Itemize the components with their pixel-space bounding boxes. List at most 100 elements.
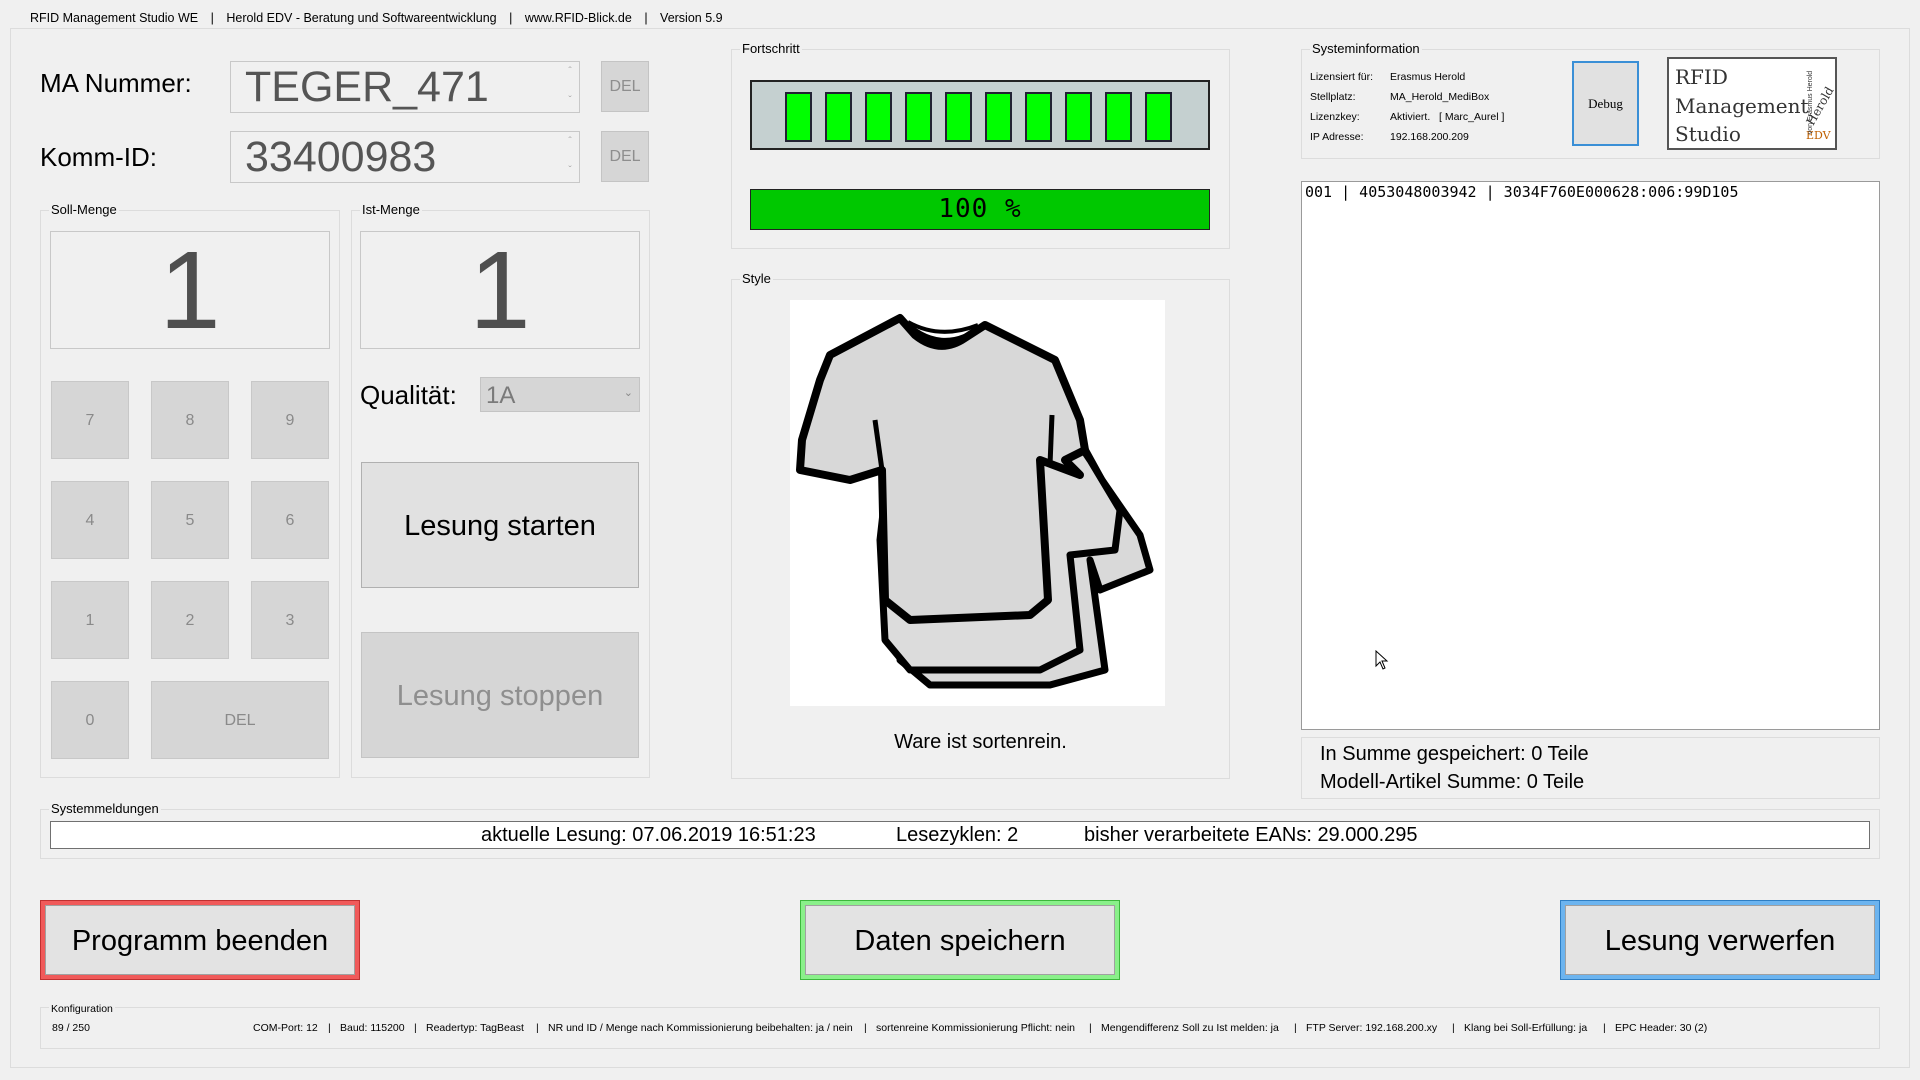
config-separator: | [536, 1022, 539, 1034]
discard-reading-button[interactable]: Lesung verwerfen [1560, 900, 1880, 980]
ist-menge-title: Ist-Menge [360, 202, 422, 218]
ma-number-field[interactable]: TEGER_471 ˆ ˇ [230, 61, 580, 113]
soll-menge-display: 1 [50, 231, 330, 350]
komm-id-value: 33400983 [245, 133, 437, 181]
config-separator: | [1089, 1022, 1092, 1034]
title-separator: | [644, 11, 648, 25]
keypad-2[interactable]: 2 [151, 581, 229, 659]
title-separator: | [210, 11, 214, 25]
current-reading-text: aktuelle Lesung: 07.06.2019 16:51:23 [481, 824, 816, 846]
keypad-0[interactable]: 0 [51, 681, 129, 759]
progress-segment [1025, 92, 1052, 142]
tshirt-icon [796, 314, 1154, 689]
style-caption: Ware ist sortenrein. [894, 731, 1067, 753]
read-log-list[interactable]: 001 | 4053048003942 | 3034F760E000628:00… [1301, 181, 1880, 730]
komm-id-field[interactable]: 33400983 ˆ ˇ [230, 131, 580, 183]
config-separator: | [414, 1022, 417, 1034]
start-reading-button[interactable]: Lesung starten [361, 462, 639, 588]
spinner-up-icon[interactable]: ˆ [564, 137, 576, 147]
logo-line-3: Studio [1675, 122, 1741, 146]
save-data-label: Daten speichern [805, 905, 1115, 975]
progress-segment [1065, 92, 1092, 142]
spinner-down-icon[interactable]: ˇ [564, 166, 576, 176]
logo-side-text: von Erasmus Herold [1807, 70, 1815, 135]
messages-box: aktuelle Lesung: 07.06.2019 16:51:23 Les… [50, 821, 1870, 849]
sysinfo-title: Systeminformation [1310, 41, 1422, 57]
sysinfo-license-key: Lizenzkey: [1310, 111, 1360, 123]
logo-line-2: Management [1675, 94, 1809, 118]
title-bar: RFID Management Studio WE | Herold EDV -… [30, 11, 723, 25]
config-item: Baud: 115200 [340, 1022, 405, 1034]
keypad-del[interactable]: DEL [151, 681, 329, 759]
mouse-cursor-icon [1375, 649, 1389, 670]
title-separator: | [509, 11, 513, 25]
exit-program-button[interactable]: Programm beenden [40, 900, 360, 980]
ist-menge-display: 1 [360, 231, 640, 350]
ma-number-label: MA Nummer: [40, 68, 192, 98]
website-link: www.RFID-Blick.de [524, 11, 632, 25]
sysinfo-ip-value: 192.168.200.209 [1390, 131, 1469, 143]
ma-delete-button[interactable]: DEL [601, 61, 649, 112]
sysinfo-license-value: Aktiviert. [ Marc_Aurel ] [1390, 111, 1505, 123]
read-cycles-text: Lesezyklen: 2 [896, 824, 1019, 846]
progress-segment [785, 92, 812, 142]
quality-value: 1A [486, 382, 516, 409]
config-item: Mengendifferenz Soll zu Ist melden: ja [1101, 1022, 1279, 1034]
keypad-1[interactable]: 1 [51, 581, 129, 659]
exit-program-label: Programm beenden [45, 905, 355, 975]
ma-number-value: TEGER_471 [245, 63, 489, 111]
style-title: Style [740, 271, 773, 287]
stop-reading-button[interactable]: Lesung stoppen [361, 632, 639, 758]
app-title: RFID Management Studio WE [30, 11, 199, 25]
config-item: EPC Header: 30 (2) [1615, 1022, 1708, 1034]
save-data-button[interactable]: Daten speichern [800, 900, 1120, 980]
keypad-7[interactable]: 7 [51, 381, 129, 459]
config-separator: | [328, 1022, 331, 1034]
keypad-8[interactable]: 8 [151, 381, 229, 459]
config-item: NR und ID / Menge nach Kommissionierung … [548, 1022, 853, 1034]
progress-segment [825, 92, 852, 142]
progress-segment [1145, 92, 1172, 142]
keypad-9[interactable]: 9 [251, 381, 329, 459]
komm-delete-button[interactable]: DEL [601, 131, 649, 182]
spinner-down-icon[interactable]: ˇ [564, 96, 576, 106]
discard-reading-label: Lesung verwerfen [1565, 905, 1875, 975]
config-separator: | [1452, 1022, 1455, 1034]
progress-segment [945, 92, 972, 142]
komm-id-label: Komm-ID: [40, 142, 157, 172]
progress-title: Fortschritt [740, 41, 802, 57]
progress-segment [905, 92, 932, 142]
config-item: Klang bei Soll-Erfüllung: ja [1464, 1022, 1588, 1034]
config-separator: | [1294, 1022, 1297, 1034]
keypad-3[interactable]: 3 [251, 581, 329, 659]
keypad-4[interactable]: 4 [51, 481, 129, 559]
progress-segment [1105, 92, 1132, 142]
summary-saved: In Summe gespeichert: 0 Teile [1320, 743, 1589, 765]
chevron-down-icon: ⌄ [623, 387, 633, 399]
sysinfo-location-value: MA_Herold_MediBox [1390, 91, 1490, 103]
config-separator: | [864, 1022, 867, 1034]
spinner-up-icon[interactable]: ˆ [564, 67, 576, 77]
keypad-6[interactable]: 6 [251, 481, 329, 559]
sysinfo-ip-key: IP Adresse: [1310, 131, 1364, 143]
progress-segment [985, 92, 1012, 142]
quality-select[interactable]: 1A ⌄ [480, 377, 640, 412]
sysinfo-licensed-value: Erasmus Herold [1390, 71, 1466, 83]
sysinfo-licensed-key: Lizensiert für: [1310, 71, 1374, 83]
progress-segment [865, 92, 892, 142]
summary-model: Modell-Artikel Summe: 0 Teile [1320, 771, 1585, 793]
quality-label: Qualität: [360, 380, 457, 410]
version-label: Version 5.9 [660, 11, 723, 25]
percent-text: 100 % [938, 194, 1022, 224]
keypad-5[interactable]: 5 [151, 481, 229, 559]
company-name: Herold EDV - Beratung und Softwareentwic… [226, 11, 497, 25]
config-item: sortenreine Kommissionierung Pflicht: ne… [876, 1022, 1076, 1034]
processed-eans-text: bisher verarbeitete EANs: 29.000.295 [1084, 824, 1418, 846]
sysinfo-location-key: Stellplatz: [1310, 91, 1356, 103]
debug-button[interactable]: Debug [1572, 61, 1639, 146]
log-entry: 001 | 4053048003942 | 3034F760E000628:00… [1305, 183, 1739, 201]
percent-bar: 100 % [750, 189, 1210, 230]
rfid-logo: RFID Management Studio Herold EDV von Er… [1667, 57, 1837, 150]
config-item: COM-Port: 12 [253, 1022, 318, 1034]
garment-image [790, 300, 1165, 706]
